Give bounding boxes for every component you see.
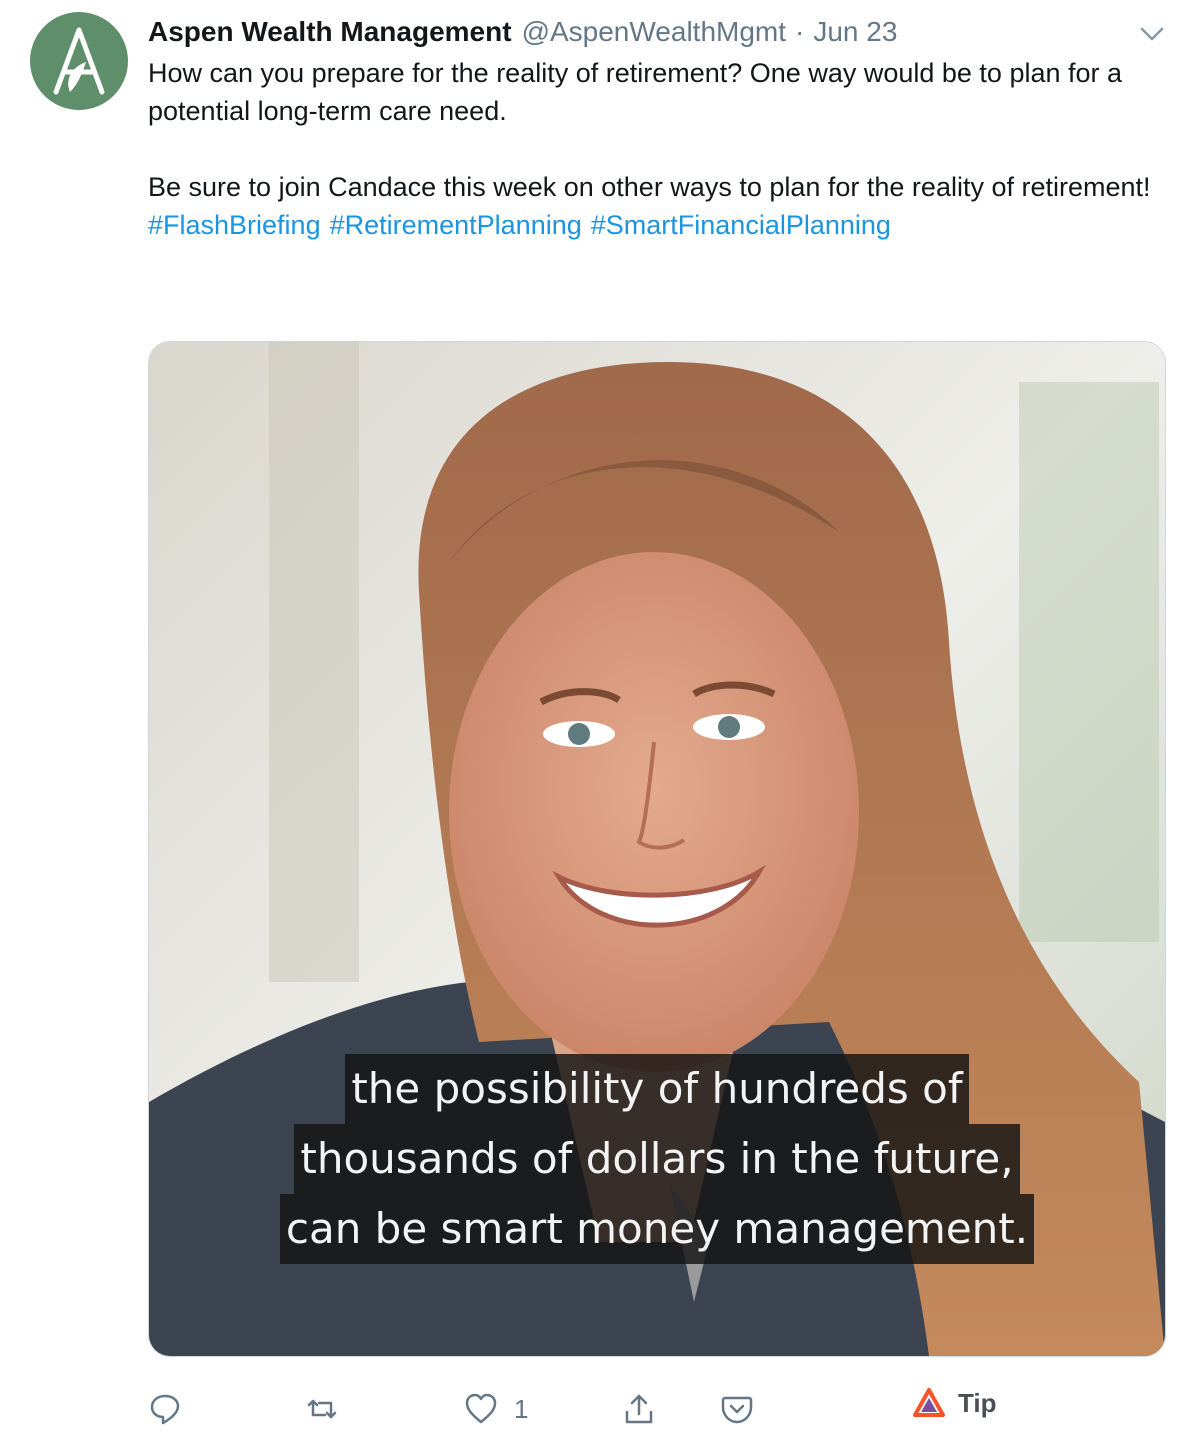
share-button[interactable] [622,1392,656,1426]
brave-tip-icon [913,1388,945,1417]
chevron-down-icon[interactable] [1136,18,1168,50]
pocket-icon [721,1396,753,1424]
tip-button[interactable]: Tip [912,1386,997,1420]
tweet-header: Aspen Wealth Management @AspenWealthMgmt… [148,14,897,50]
like-count: 1 [514,1393,529,1424]
reply-button[interactable] [148,1392,182,1426]
share-icon [625,1394,653,1424]
retweet-icon [307,1399,337,1419]
tip-label: Tip [958,1387,997,1418]
author-handle[interactable]: @AspenWealthMgmt [522,16,786,48]
avatar[interactable] [30,12,128,110]
tweet-media[interactable]: the possibility of hundreds of thousands… [148,341,1166,1357]
caption-line: thousands of dollars in the future, [294,1124,1020,1194]
caption-line: can be smart money management. [279,1194,1035,1264]
heart-icon [465,1393,497,1424]
separator-dot: · [795,16,805,47]
tweet-text: How can you prepare for the reality of r… [148,54,1158,244]
caption-line: the possibility of hundreds of [345,1054,969,1124]
pocket-button[interactable] [720,1392,754,1426]
hashtag-link[interactable]: #FlashBriefing [148,210,321,240]
hashtag-link[interactable]: #SmartFinancialPlanning [591,210,891,240]
author-name[interactable]: Aspen Wealth Management [148,16,512,48]
retweet-button[interactable] [305,1392,339,1426]
tweet-date[interactable]: Jun 23 [813,16,897,48]
hashtags: #FlashBriefing #RetirementPlanning #SmartF… [148,206,1158,244]
hashtag-link[interactable]: #RetirementPlanning [330,210,582,240]
tweet-actions: 1 Tip [0,1382,1196,1438]
video-captions: the possibility of hundreds of thousands… [149,1054,1165,1264]
like-button[interactable]: 1 [464,1392,528,1426]
aspen-logo-icon [53,27,105,95]
tweet-paragraph-1: How can you prepare for the reality of r… [148,58,1123,126]
tweet-paragraph-2: Be sure to join Candace this week on oth… [148,172,1151,202]
reply-icon [150,1394,180,1425]
